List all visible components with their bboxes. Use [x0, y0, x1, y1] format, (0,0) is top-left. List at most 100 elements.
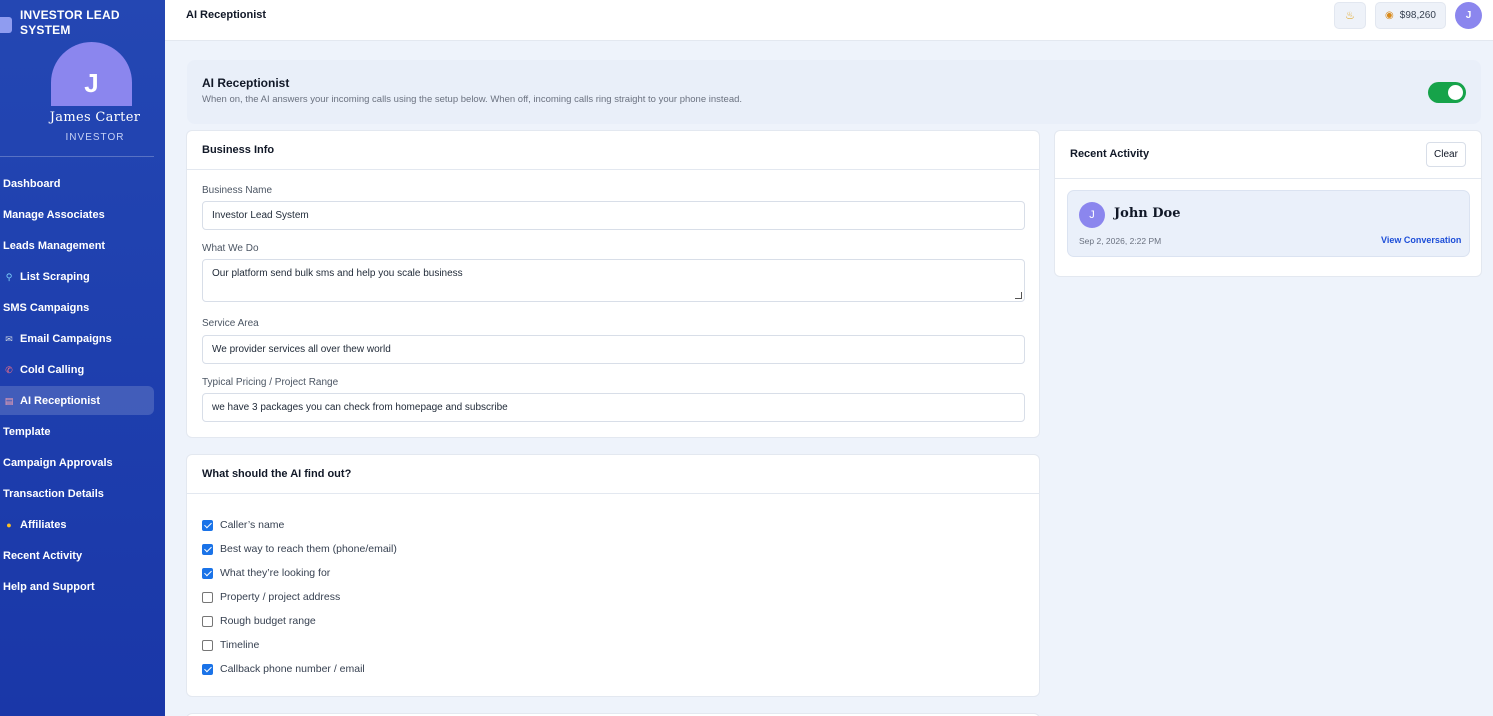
- option-label: Callback phone number / email: [220, 663, 365, 675]
- checkbox[interactable]: [202, 663, 213, 675]
- sidebar-item-cold-calling[interactable]: ✆ Cold Calling: [0, 355, 154, 384]
- sidebar: INVESTOR LEAD SYSTEM J James Carter INVE…: [0, 0, 165, 716]
- sidebar-item-campaign-approvals[interactable]: Campaign Approvals: [0, 448, 154, 477]
- sidebar-item-label: Template: [3, 425, 51, 438]
- option-timeline[interactable]: Timeline: [202, 638, 259, 652]
- sidebar-item-label: Affiliates: [20, 518, 67, 531]
- view-conversation-link[interactable]: View Conversation: [1381, 235, 1461, 245]
- sidebar-item-help-and-support[interactable]: Help and Support: [0, 572, 154, 601]
- resize-handle-icon[interactable]: [1015, 292, 1022, 299]
- balance-amount: $98,260: [1399, 10, 1436, 21]
- toggle-knob: [1448, 85, 1463, 100]
- business-name-input[interactable]: Investor Lead System: [202, 201, 1025, 230]
- option-label: Rough budget range: [220, 615, 316, 627]
- sidebar-divider: [0, 156, 154, 157]
- what-we-do-value: Our platform send bulk sms and help you …: [212, 268, 463, 279]
- what-we-do-label: What We Do: [202, 243, 259, 254]
- sidebar-item-label: Campaign Approvals: [3, 456, 113, 469]
- clear-button[interactable]: Clear: [1426, 142, 1466, 167]
- option-label: What they’re looking for: [220, 567, 331, 579]
- option-best-way-to-reach[interactable]: Best way to reach them (phone/email): [202, 542, 397, 556]
- sidebar-item-manage-associates[interactable]: Manage Associates: [0, 200, 154, 229]
- sidebar-item-label: List Scraping: [20, 270, 90, 283]
- service-area-label: Service Area: [202, 318, 259, 329]
- activity-item[interactable]: J John Doe Sep 2, 2026, 2:22 PM View Con…: [1067, 190, 1470, 257]
- brand-name: INVESTOR LEAD SYSTEM: [20, 8, 120, 37]
- phone-icon: ✆: [5, 364, 13, 375]
- handshake-icon: ●: [6, 519, 12, 530]
- profile-avatar: J: [51, 42, 132, 106]
- page-title: AI Receptionist: [186, 9, 267, 21]
- notifications-button[interactable]: ♨: [1334, 2, 1366, 29]
- card-title: What should the AI find out?: [202, 468, 352, 480]
- user-avatar[interactable]: J: [1455, 2, 1482, 29]
- card-header: What should the AI find out?: [187, 455, 1039, 494]
- activity-timestamp: Sep 2, 2026, 2:22 PM: [1079, 236, 1162, 246]
- business-info-card: Business Info Business Name Investor Lea…: [186, 130, 1040, 438]
- brand-logo-icon: [0, 17, 12, 33]
- option-property-address[interactable]: Property / project address: [202, 590, 340, 604]
- card-title: Business Info: [202, 144, 275, 156]
- sidebar-item-label: Leads Management: [3, 239, 106, 252]
- option-label: Caller’s name: [220, 519, 285, 531]
- sidebar-item-label: AI Receptionist: [20, 394, 101, 407]
- business-name-label: Business Name: [202, 185, 273, 196]
- brand[interactable]: INVESTOR LEAD SYSTEM: [0, 8, 165, 40]
- option-budget-range[interactable]: Rough budget range: [202, 614, 316, 628]
- sidebar-item-label: Manage Associates: [3, 208, 105, 221]
- sidebar-item-label: Transaction Details: [3, 487, 104, 500]
- sidebar-item-label: Recent Activity: [3, 549, 83, 562]
- banner-title: AI Receptionist: [202, 76, 290, 90]
- avatar: J: [1079, 202, 1105, 228]
- bell-icon: ♨: [1345, 10, 1355, 22]
- checkbox[interactable]: [202, 591, 213, 603]
- option-callers-name[interactable]: Caller’s name: [202, 518, 284, 532]
- option-label: Property / project address: [220, 591, 341, 603]
- sidebar-item-template[interactable]: Template: [0, 417, 154, 446]
- recent-activity-card: Recent Activity Clear J John Doe Sep 2, …: [1054, 130, 1482, 277]
- checkbox[interactable]: [202, 567, 213, 579]
- checkbox[interactable]: [202, 519, 213, 531]
- sidebar-item-label: SMS Campaigns: [3, 301, 90, 314]
- sidebar-item-dashboard[interactable]: Dashboard: [0, 169, 154, 198]
- option-callback-contact[interactable]: Callback phone number / email: [202, 662, 365, 676]
- profile-avatar-initial: J: [84, 67, 99, 98]
- profile-role: INVESTOR: [65, 132, 125, 143]
- checkbox[interactable]: [202, 639, 213, 651]
- sidebar-item-label: Email Campaigns: [20, 332, 112, 345]
- sidebar-item-transaction-details[interactable]: Transaction Details: [0, 479, 154, 508]
- service-area-input[interactable]: We provider services all over thew world: [202, 335, 1025, 364]
- sidebar-item-recent-activity[interactable]: Recent Activity: [0, 541, 154, 570]
- banner-description: When on, the AI answers your incoming ca…: [202, 94, 743, 105]
- sidebar-item-ai-receptionist[interactable]: ▤ AI Receptionist: [0, 386, 154, 415]
- sidebar-item-sms-campaigns[interactable]: SMS Campaigns: [0, 293, 154, 322]
- magnifier-icon: ⚲: [5, 271, 13, 282]
- checkbox[interactable]: [202, 615, 213, 627]
- find-out-card: What should the AI find out? Caller’s na…: [186, 454, 1040, 697]
- balance-button[interactable]: ◉ $98,260: [1375, 2, 1446, 29]
- card-header: Recent Activity Clear: [1055, 131, 1481, 179]
- sidebar-item-leads-management[interactable]: Leads Management: [0, 231, 154, 260]
- topbar: AI Receptionist ♨ ◉ $98,260 J: [165, 0, 1493, 41]
- pricing-label: Typical Pricing / Project Range: [202, 377, 339, 388]
- ai-receptionist-banner: AI Receptionist When on, the AI answers …: [187, 60, 1481, 124]
- money-bag-icon: ◉: [1385, 10, 1394, 21]
- pricing-input[interactable]: we have 3 packages you can check from ho…: [202, 393, 1025, 422]
- sidebar-item-label: Dashboard: [3, 177, 61, 190]
- sidebar-item-label: Cold Calling: [20, 363, 85, 376]
- activity-contact-name: John Doe: [1114, 206, 1181, 221]
- what-we-do-textarea[interactable]: Our platform send bulk sms and help you …: [202, 259, 1025, 302]
- card-title: Recent Activity: [1070, 148, 1150, 160]
- sidebar-item-affiliates[interactable]: ● Affiliates: [0, 510, 154, 539]
- sidebar-item-email-campaigns[interactable]: ✉ Email Campaigns: [0, 324, 154, 353]
- profile-name: James Carter: [49, 110, 141, 125]
- card-header: Business Info: [187, 131, 1039, 170]
- sidebar-item-label: Help and Support: [3, 580, 95, 593]
- option-label: Timeline: [220, 639, 260, 651]
- sidebar-item-list-scraping[interactable]: ⚲ List Scraping: [0, 262, 154, 291]
- ai-receptionist-toggle[interactable]: [1428, 82, 1466, 103]
- robot-icon: ▤: [4, 395, 14, 406]
- option-looking-for[interactable]: What they’re looking for: [202, 566, 330, 580]
- checkbox[interactable]: [202, 543, 213, 555]
- email-icon: ✉: [5, 333, 13, 344]
